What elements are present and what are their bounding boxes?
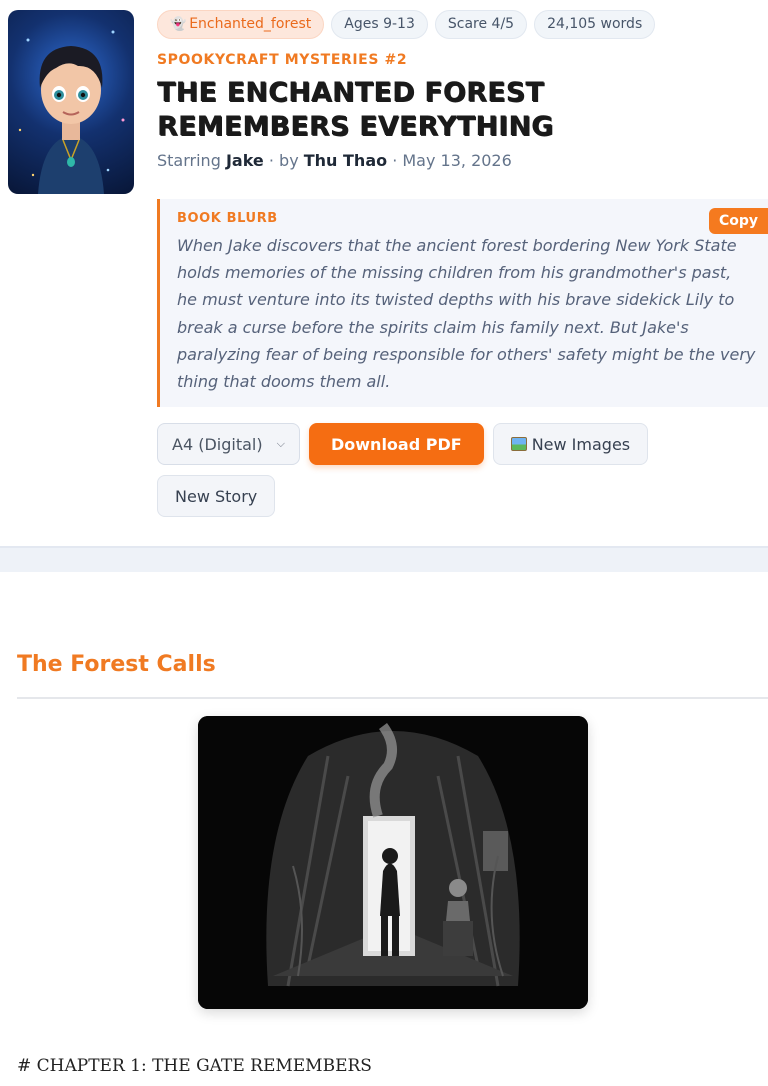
theme-tag: 👻 Enchanted_forest bbox=[157, 10, 325, 39]
starring-label: Starring bbox=[157, 151, 221, 170]
new-images-label: New Images bbox=[531, 434, 631, 454]
by-label: · by bbox=[268, 151, 299, 170]
publish-date: · May 13, 2026 bbox=[392, 151, 512, 170]
chapter-text-start: # CHAPTER 1: THE GATE REMEMBERS bbox=[17, 1056, 372, 1076]
chevron-down-icon: ⌵ bbox=[276, 437, 285, 450]
new-images-button[interactable]: New Images bbox=[492, 423, 649, 465]
author-name: Thu Thao bbox=[303, 151, 388, 170]
blurb-label: BOOK BLURB bbox=[177, 211, 278, 226]
ages-tag: Ages 9-13 bbox=[331, 10, 428, 39]
ghost-icon: 👻 bbox=[170, 17, 187, 32]
download-pdf-button[interactable]: Download PDF bbox=[309, 423, 484, 465]
new-story-button[interactable]: New Story bbox=[157, 475, 276, 517]
theme-tag-label: Enchanted_forest bbox=[189, 16, 312, 32]
heading-rule bbox=[17, 697, 768, 699]
story-meta: 👻 Enchanted_forest Ages 9-13 Scare 4/5 24… bbox=[157, 10, 768, 170]
book-title: THE ENCHANTED FOREST REMEMBERS EVERYTHIN… bbox=[157, 77, 554, 142]
section-divider bbox=[0, 546, 768, 572]
action-controls: A4 (Digital) ⌵ Download PDF New Images N… bbox=[157, 423, 649, 517]
page-format-value: A4 (Digital) bbox=[172, 434, 263, 454]
hero-name: Jake bbox=[225, 151, 264, 170]
byline: Starring Jake · by Thu Thao · May 13, 20… bbox=[157, 151, 768, 170]
boy-portrait-illustration bbox=[18, 30, 125, 194]
image-icon bbox=[510, 437, 527, 451]
chapter-heading: The Forest Calls bbox=[17, 652, 216, 677]
word-count-tag: 24,105 words bbox=[534, 10, 656, 39]
blurb-text: When Jake discovers that the ancient for… bbox=[177, 236, 756, 392]
book-cover-image bbox=[8, 10, 134, 194]
tag-row: 👻 Enchanted_forest Ages 9-13 Scare 4/5 24… bbox=[157, 10, 768, 39]
copy-blurb-button[interactable]: Copy bbox=[708, 208, 768, 234]
book-blurb: BOOK BLURB Copy When Jake discovers that… bbox=[157, 199, 768, 407]
page-format-select[interactable]: A4 (Digital) ⌵ bbox=[157, 423, 300, 465]
scare-tag: Scare 4/5 bbox=[434, 10, 528, 39]
story-header: 👻 Enchanted_forest Ages 9-13 Scare 4/5 24… bbox=[0, 0, 768, 548]
attic-doorway-illustration bbox=[198, 716, 588, 1009]
chapter-illustration bbox=[198, 716, 588, 1009]
series-label: SPOOKYCRAFT MYSTERIES #2 bbox=[157, 52, 408, 68]
